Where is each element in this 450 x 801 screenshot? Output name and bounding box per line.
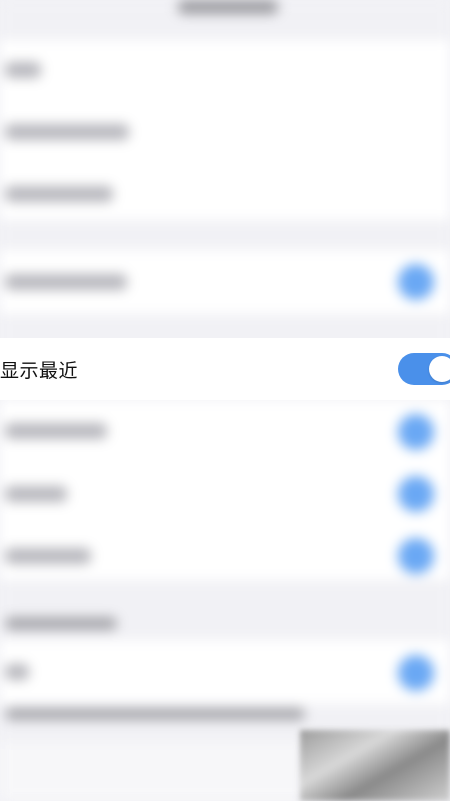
blurred-section-header [5, 617, 117, 630]
blurred-toggle-2 [398, 414, 434, 450]
blurred-footnote [5, 708, 305, 720]
blurred-row-3-label [5, 186, 113, 202]
blurred-toggle-1 [398, 264, 434, 300]
blurred-row-4-label [5, 274, 127, 290]
blurred-row-7-label [5, 548, 91, 564]
blurred-row-8-label [5, 664, 29, 680]
blurred-background [0, 0, 450, 801]
blurred-toggle-3 [398, 476, 434, 512]
show-recent-label: 显示最近 [0, 360, 79, 382]
blurred-row-6-label [5, 486, 67, 502]
blurred-settings-group-4 [0, 640, 450, 704]
toggle-knob [429, 356, 450, 382]
blurred-row-1-label [5, 62, 41, 78]
blurred-toggle-5 [398, 655, 434, 691]
blurred-row-2-label [5, 124, 129, 140]
blurred-toggle-4 [398, 538, 434, 574]
blurred-bottom-bar [0, 742, 300, 801]
show-recent-row[interactable]: 显示最近 [0, 338, 450, 400]
show-recent-toggle[interactable] [398, 353, 450, 385]
blurred-row-5-label [5, 423, 107, 439]
blurred-header-title [178, 0, 278, 14]
app-switcher-thumbnail [300, 730, 450, 801]
